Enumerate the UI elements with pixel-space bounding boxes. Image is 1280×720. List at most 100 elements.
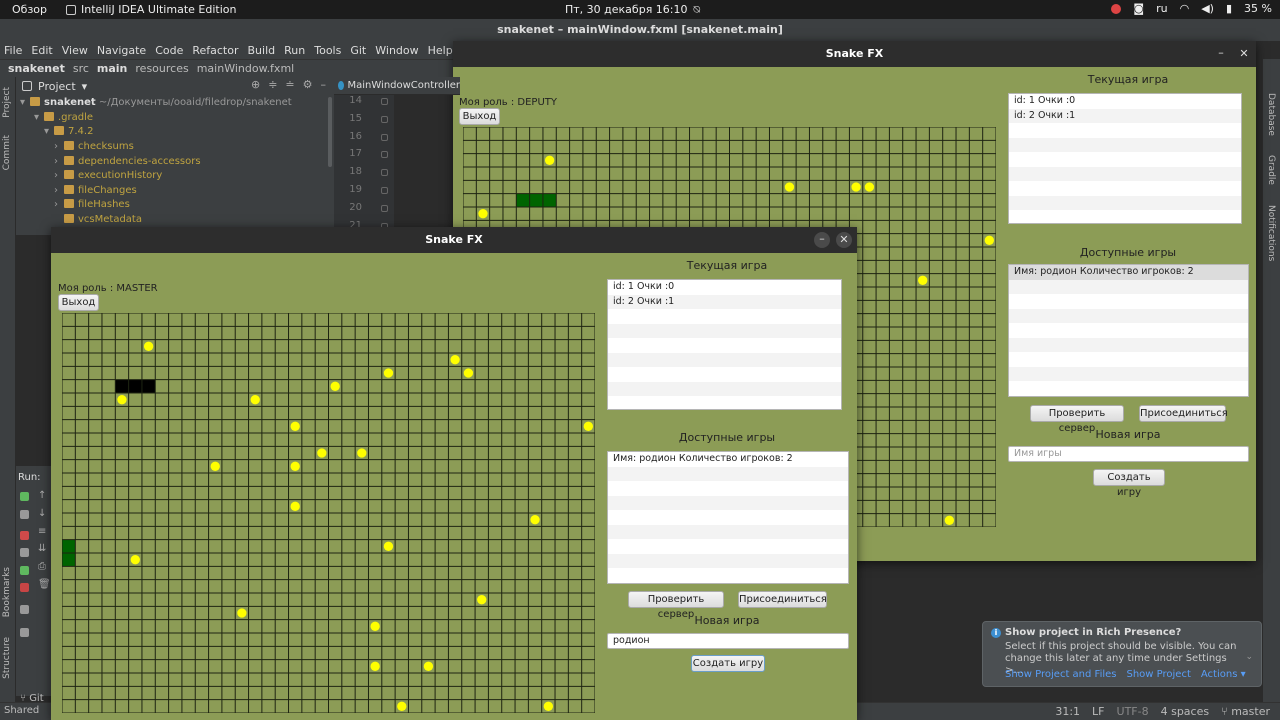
fold-marker-icon[interactable]	[381, 133, 388, 141]
git-tool-tab[interactable]: ⑂ Git	[0, 693, 52, 704]
menu-item-build[interactable]: Build	[248, 44, 276, 57]
list-item[interactable]	[1009, 279, 1248, 294]
window-titlebar[interactable]: Snake FX – ✕	[51, 227, 857, 253]
list-item[interactable]	[608, 309, 841, 324]
pin-icon[interactable]	[20, 628, 29, 637]
list-item[interactable]	[1009, 210, 1241, 223]
arrow-down-icon[interactable]: ↓	[38, 508, 46, 519]
list-item[interactable]: id: 1 Очки :0	[608, 280, 841, 295]
tab-structure[interactable]: Structure	[2, 637, 12, 679]
list-item[interactable]	[1009, 195, 1241, 210]
list-item[interactable]	[608, 338, 841, 353]
list-item[interactable]	[608, 553, 848, 568]
list-item[interactable]	[1009, 352, 1248, 367]
list-item[interactable]	[1009, 366, 1248, 381]
breadcrumb-main[interactable]: main	[97, 62, 128, 75]
game-name-input[interactable]: родион	[607, 633, 849, 649]
list-item[interactable]	[608, 396, 841, 409]
exit-button[interactable]: Выход	[459, 108, 500, 125]
clock[interactable]: Пт, 30 декабря 16:10 ⍉	[565, 3, 700, 17]
fold-marker-icon[interactable]	[381, 204, 388, 212]
tree-item[interactable]: vcsMetadata	[64, 213, 142, 227]
menu-item-run[interactable]: Run	[284, 44, 305, 57]
join-button[interactable]: Присоединиться	[738, 591, 827, 608]
tree-scrollbar[interactable]	[328, 97, 332, 167]
list-item[interactable]	[608, 568, 848, 583]
list-item[interactable]: Имя: родион Количество игроков: 2	[608, 452, 848, 467]
print-icon[interactable]: ⎙	[38, 561, 46, 572]
minimize-button[interactable]: –	[814, 232, 830, 248]
editor-tab[interactable]: MainWindowController	[348, 80, 461, 91]
notification-popup[interactable]: i Show project in Rich Presence? Select …	[982, 621, 1262, 687]
list-item[interactable]	[608, 352, 841, 367]
list-item[interactable]	[608, 510, 848, 525]
window-titlebar[interactable]: Snake FX – ✕	[453, 41, 1256, 67]
actions-dropdown[interactable]: Actions ▾	[1201, 669, 1246, 680]
list-item[interactable]	[1009, 137, 1241, 152]
list-item[interactable]: id: 2 Очки :1	[608, 294, 841, 309]
list-item[interactable]	[608, 539, 848, 554]
close-button[interactable]: ✕	[836, 232, 852, 248]
tree-item-root[interactable]: ▾ snakenet ~/Документы/ooaid/filedrop/sna…	[20, 96, 292, 110]
list-item[interactable]	[1009, 166, 1241, 181]
current-game-list[interactable]: id: 1 Очки :0 id: 2 Очки :1	[1008, 93, 1242, 224]
breadcrumb-src[interactable]: src	[73, 62, 89, 75]
chevron-down-icon[interactable]: ▾	[82, 80, 88, 93]
list-item[interactable]	[608, 323, 841, 338]
tree-item[interactable]: › fileHashes	[54, 198, 130, 212]
tree-item[interactable]: ▾ .gradle	[34, 111, 93, 125]
layout-icon[interactable]	[20, 605, 29, 614]
scroll-to-end-icon[interactable]: ⇊	[38, 543, 46, 554]
list-item[interactable]	[1009, 381, 1248, 396]
menu-item-code[interactable]: Code	[155, 44, 183, 57]
keyboard-layout-label[interactable]: ru	[1156, 2, 1168, 15]
menu-item-git[interactable]: Git	[350, 44, 366, 57]
show-project-and-files-link[interactable]: Show Project and Files	[1005, 669, 1117, 680]
join-button[interactable]: Присоединиться	[1139, 405, 1228, 422]
tab-database[interactable]: Database	[1266, 93, 1276, 136]
expand-icon[interactable]: ≐	[285, 78, 294, 91]
list-item[interactable]	[608, 466, 848, 481]
fold-marker-icon[interactable]	[381, 115, 388, 123]
tab-gradle[interactable]: Gradle	[1266, 155, 1276, 185]
fold-marker-icon[interactable]	[381, 187, 388, 194]
breadcrumb-file[interactable]: mainWindow.fxml	[197, 62, 295, 75]
list-item[interactable]	[1009, 123, 1241, 138]
indent-setting[interactable]: 4 spaces	[1161, 705, 1210, 718]
project-panel-label[interactable]: Project	[38, 80, 76, 93]
soft-wrap-icon[interactable]: ≡	[38, 526, 46, 537]
show-project-link[interactable]: Show Project	[1127, 669, 1191, 680]
menu-item-tools[interactable]: Tools	[314, 44, 341, 57]
breadcrumb-project[interactable]: snakenet	[8, 62, 65, 75]
menu-item-help[interactable]: Help	[428, 44, 453, 57]
create-game-button[interactable]: Создать игру	[1093, 469, 1165, 498]
list-item[interactable]: Имя: родион Количество игроков: 2	[1009, 265, 1248, 280]
list-item[interactable]	[608, 524, 848, 539]
list-item[interactable]	[1009, 152, 1241, 167]
current-game-list[interactable]: id: 1 Очки :0 id: 2 Очки :1	[607, 279, 842, 410]
camera-icon[interactable]	[20, 548, 29, 557]
list-item[interactable]	[1009, 294, 1248, 309]
fold-marker-icon[interactable]	[381, 151, 388, 159]
menu-item-refactor[interactable]: Refactor	[192, 44, 238, 57]
list-item[interactable]	[1009, 181, 1241, 196]
tab-commit[interactable]: Commit	[2, 135, 12, 170]
gear-icon[interactable]: ⚙	[303, 78, 313, 91]
list-item[interactable]: id: 2 Очки :1	[1009, 108, 1241, 123]
breadcrumb-resources[interactable]: resources	[135, 62, 188, 75]
list-item[interactable]	[1009, 308, 1248, 323]
app-menu[interactable]: IntelliJ IDEA Ultimate Edition	[66, 3, 236, 16]
trash-icon[interactable]: 🗑	[38, 579, 51, 590]
tree-item[interactable]: ▾ 7.4.2	[44, 125, 93, 139]
activities-button[interactable]: Обзор	[12, 3, 47, 16]
fold-marker-icon[interactable]	[381, 169, 388, 177]
tree-item[interactable]: › dependencies-accessors	[54, 155, 201, 169]
list-item[interactable]	[608, 495, 848, 510]
exit-button[interactable]: Выход	[58, 294, 99, 311]
wrench-icon[interactable]	[20, 510, 29, 519]
list-item[interactable]	[1009, 323, 1248, 338]
game-name-input[interactable]: Имя игры	[1008, 446, 1249, 462]
line-separator[interactable]: LF	[1092, 705, 1104, 718]
tree-item[interactable]: › checksums	[54, 140, 134, 154]
menu-item-window[interactable]: Window	[375, 44, 418, 57]
